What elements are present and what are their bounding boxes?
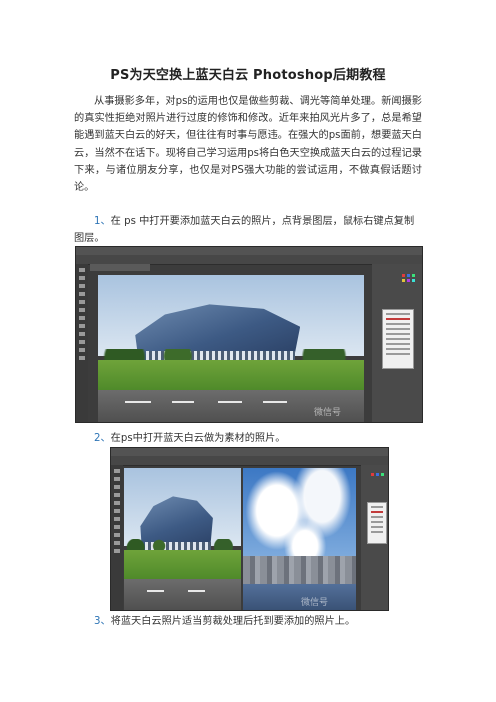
document-page: PS为天空换上蓝天白云 Photoshop后期教程 从事摄影多年，对ps的运用也… — [0, 0, 496, 702]
building-photo-small — [124, 468, 241, 610]
ps-menubar — [76, 247, 422, 255]
step-2-number: 2、 — [94, 433, 111, 444]
intro-paragraph: 从事摄影多年，对ps的运用也仅是做些剪裁、调光等简单处理。新闻摄影的真实性拒绝对… — [74, 96, 422, 194]
watermark-1: 微信号 — [314, 408, 342, 418]
step-1-text: 在 ps 中打开要添加蓝天白云的照片，点背景图层，鼠标右键点复制图层。 — [74, 216, 415, 245]
watermark-2: 微信号 — [301, 598, 329, 608]
ps-options-bar — [111, 456, 388, 466]
layer-context-menu — [367, 502, 387, 544]
step-3-number: 3、 — [94, 616, 111, 627]
ps-menubar — [111, 448, 388, 456]
layer-context-menu — [382, 309, 414, 369]
step-2-text: 在ps中打开蓝天白云做为素材的照片。 — [110, 433, 286, 444]
screenshot-photoshop-sky-source: 微信号 — [110, 447, 389, 611]
building-photo — [98, 275, 364, 422]
step-3: 3、将蓝天白云照片适当剪裁处理后托到要添加的照片上。 — [94, 613, 355, 630]
blue-sky-clouds-photo — [243, 468, 356, 610]
ps-document-tab — [90, 264, 150, 271]
ps-toolbox — [111, 465, 123, 610]
ps-toolbox — [76, 264, 88, 422]
step-3-text: 将蓝天白云照片适当剪裁处理后托到要添加的照片上。 — [110, 616, 356, 627]
screenshot-photoshop-duplicate-layer: 微信号 — [75, 246, 423, 423]
step-1-number: 1、 — [94, 216, 111, 227]
step-2: 2、在ps中打开蓝天白云做为素材的照片。 — [94, 430, 285, 447]
page-title: PS为天空换上蓝天白云 Photoshop后期教程 — [110, 68, 386, 83]
step-1: 1、在 ps 中打开要添加蓝天白云的照片，点背景图层，鼠标右键点复制图层。 — [74, 213, 424, 247]
